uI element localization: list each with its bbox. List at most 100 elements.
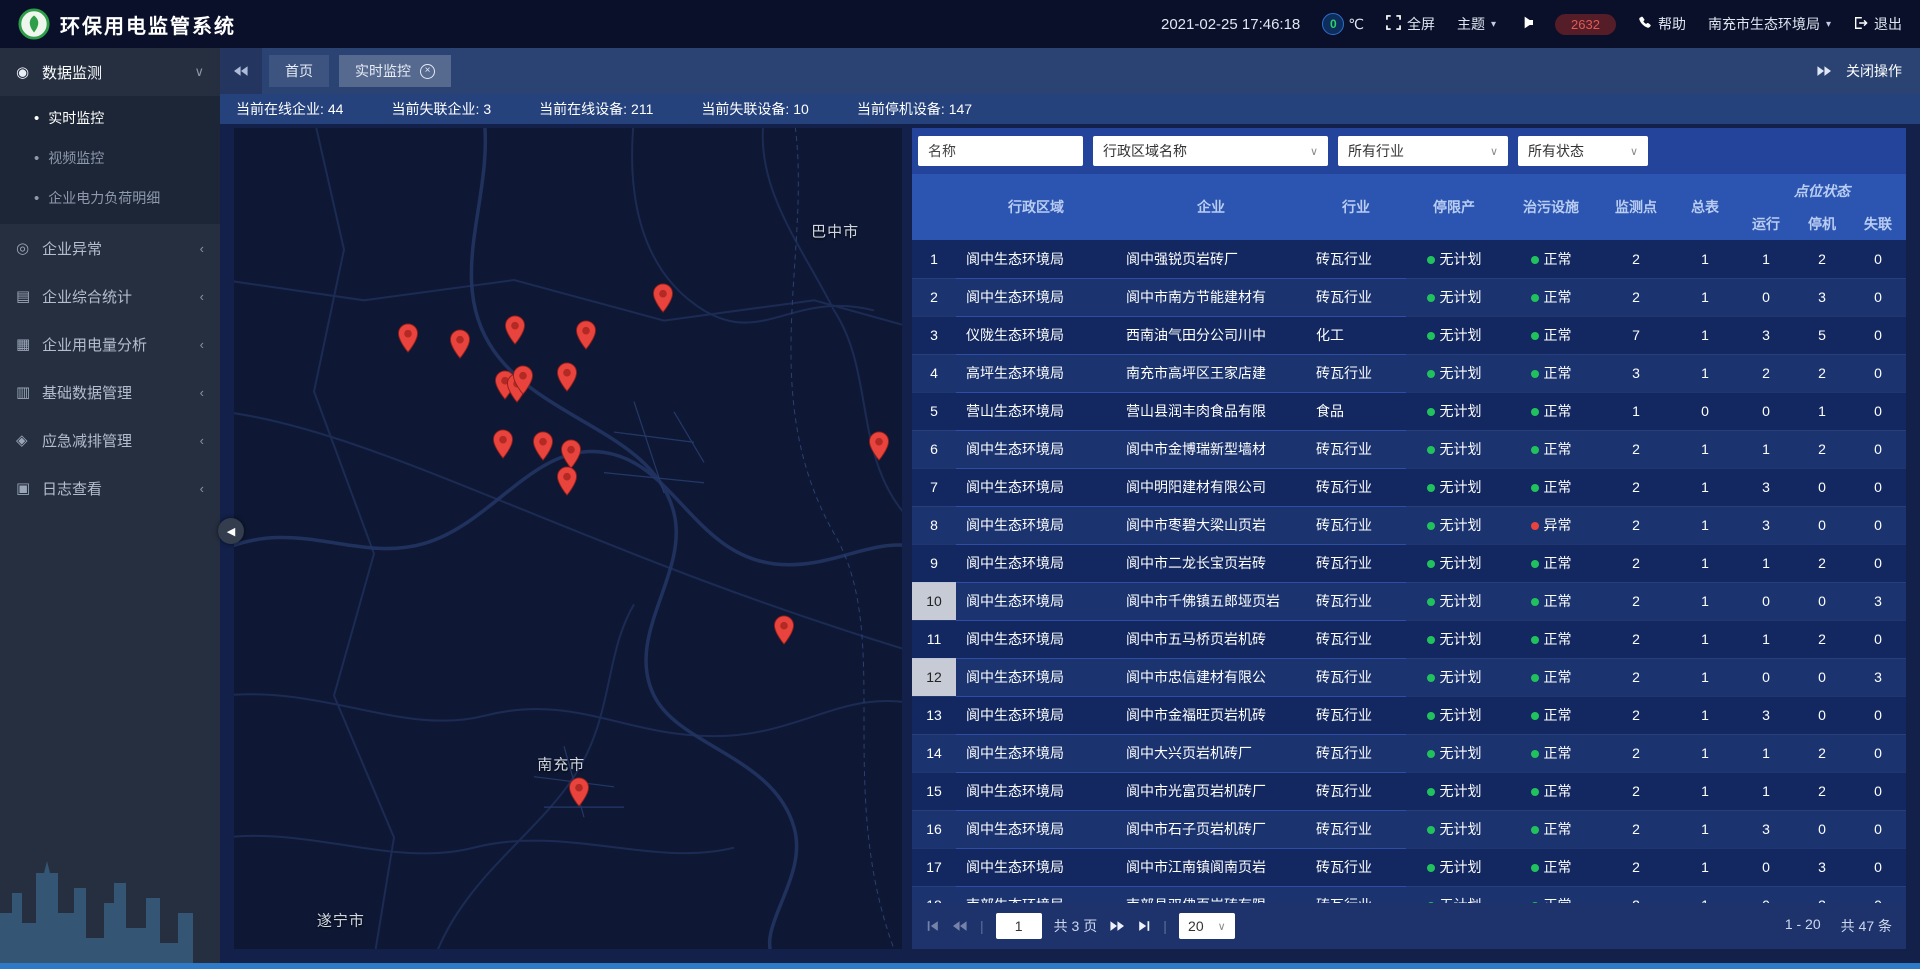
logout-button[interactable]: 退出: [1853, 14, 1902, 34]
map-pin-icon[interactable]: [773, 615, 795, 650]
map-pin-icon[interactable]: [492, 429, 514, 464]
table-row[interactable]: 12阆中生态环境局阆中市忠信建材有限公砖瓦行业无计划正常21003: [912, 658, 1906, 696]
map-pin-icon[interactable]: [652, 283, 674, 318]
green-dot-icon: [1427, 674, 1435, 682]
tabs-scroll-right-button[interactable]: [1816, 64, 1832, 78]
map-pin-icon[interactable]: [868, 431, 890, 466]
first-page-button[interactable]: [926, 919, 940, 933]
cell-run: 1: [1738, 772, 1794, 810]
table-row[interactable]: 10阆中生态环境局阆中市千佛镇五郎垭页岩砖瓦行业无计划正常21003: [912, 582, 1906, 620]
sidebar-item[interactable]: •实时监控: [0, 98, 220, 138]
cell-run: 1: [1738, 240, 1794, 278]
cell-stop: 1: [1794, 392, 1850, 430]
map-pin-icon[interactable]: [397, 323, 419, 358]
close-icon[interactable]: ×: [420, 64, 435, 79]
cell-stop: 3: [1794, 278, 1850, 316]
sidebar-group[interactable]: ▤企业综合统计‹: [0, 272, 220, 320]
map-pin-icon[interactable]: [568, 777, 590, 812]
sidebar-group[interactable]: ◈应急减排管理‹: [0, 416, 220, 464]
table-row[interactable]: 15阆中生态环境局阆中市光富页岩机砖厂砖瓦行业无计划正常21120: [912, 772, 1906, 810]
green-dot-icon: [1531, 332, 1539, 340]
cell-industry: 砖瓦行业: [1306, 696, 1406, 734]
cell-run: 0: [1738, 886, 1794, 903]
next-page-button[interactable]: [1109, 919, 1125, 933]
table-row[interactable]: 16阆中生态环境局阆中市石子页岩机砖厂砖瓦行业无计划正常21300: [912, 810, 1906, 848]
red-dot-icon: [1531, 522, 1539, 530]
map-pin-icon[interactable]: [512, 365, 534, 400]
region-filter-select[interactable]: 行政区域名称 ∨: [1093, 136, 1328, 166]
table-row[interactable]: 8阆中生态环境局阆中市枣碧大梁山页岩砖瓦行业无计划异常21300: [912, 506, 1906, 544]
tabs-scroll-left-button[interactable]: [220, 48, 262, 94]
name-filter-input[interactable]: [918, 136, 1083, 166]
cell-meter: 1: [1672, 544, 1738, 582]
alert-horn-button[interactable]: [1518, 16, 1533, 32]
help-button[interactable]: 帮助: [1638, 14, 1686, 34]
map-pin-icon[interactable]: [504, 315, 526, 350]
cell-lost: 0: [1850, 886, 1906, 903]
table-row[interactable]: 9阆中生态环境局阆中市二龙长宝页岩砖砖瓦行业无计划正常21120: [912, 544, 1906, 582]
status-filter-select[interactable]: 所有状态 ∨: [1518, 136, 1648, 166]
chevron-left-icon: ‹: [200, 481, 204, 496]
table-row[interactable]: 3仪陇生态环境局西南油气田分公司川中化工无计划正常71350: [912, 316, 1906, 354]
sidebar-item[interactable]: •企业电力负荷明细: [0, 178, 220, 218]
map-pin-icon[interactable]: [556, 362, 578, 397]
table-row[interactable]: 11阆中生态环境局阆中市五马桥页岩机砖砖瓦行业无计划正常21120: [912, 620, 1906, 658]
table-row[interactable]: 13阆中生态环境局阆中市金福旺页岩机砖砖瓦行业无计划正常21300: [912, 696, 1906, 734]
green-dot-icon: [1427, 408, 1435, 416]
cell-facility: 正常: [1502, 848, 1600, 886]
green-dot-icon: [1531, 598, 1539, 606]
table-row[interactable]: 7阆中生态环境局阆中明阳建材有限公司砖瓦行业无计划正常21300: [912, 468, 1906, 506]
cell-company: 营山县润丰肉食品有限: [1116, 392, 1306, 430]
cell-region: 南部生态环境局: [956, 886, 1116, 903]
cell-industry: 砖瓦行业: [1306, 506, 1406, 544]
prev-page-button[interactable]: [952, 919, 968, 933]
page-number-input[interactable]: [996, 913, 1042, 939]
cell-facility: 正常: [1502, 392, 1600, 430]
cell-lost: 0: [1850, 734, 1906, 772]
table-row[interactable]: 14阆中生态环境局阆中大兴页岩机砖厂砖瓦行业无计划正常21120: [912, 734, 1906, 772]
table-row[interactable]: 17阆中生态环境局阆中市江南镇阆南页岩砖瓦行业无计划正常21030: [912, 848, 1906, 886]
close-operations-button[interactable]: 关闭操作: [1846, 61, 1902, 81]
table-row[interactable]: 6阆中生态环境局阆中市金博瑞新型墙材砖瓦行业无计划正常21120: [912, 430, 1906, 468]
cell-company: 阆中市枣碧大梁山页岩: [1116, 506, 1306, 544]
map-pin-icon[interactable]: [575, 320, 597, 355]
column-rownum: [912, 174, 956, 240]
map-pin-icon[interactable]: [532, 431, 554, 466]
stat-item: 当前失联企业:3: [391, 99, 491, 119]
cell-lost: 0: [1850, 468, 1906, 506]
sidebar-group[interactable]: ◎企业异常‹: [0, 224, 220, 272]
map-panel[interactable]: 巴中市南充市遂宁市: [234, 128, 902, 949]
cell-meter: 1: [1672, 506, 1738, 544]
page-size-select[interactable]: 20 ∨: [1179, 913, 1235, 939]
green-dot-icon: [1427, 750, 1435, 758]
cell-run: 1: [1738, 544, 1794, 582]
table-row[interactable]: 5营山生态环境局营山县润丰肉食品有限食品无计划正常10010: [912, 392, 1906, 430]
tab-realtime-monitoring[interactable]: 实时监控 ×: [339, 55, 451, 87]
sidebar-group[interactable]: ▦企业用电量分析‹: [0, 320, 220, 368]
fullscreen-icon: [1386, 15, 1401, 33]
table-row[interactable]: 1阆中生态环境局阆中强锐页岩砖厂砖瓦行业无计划正常21120: [912, 240, 1906, 278]
table-header: 行政区域 企业 行业 停限产 治污设施 监测点 总表 点位状态: [912, 174, 1906, 240]
last-page-button[interactable]: [1137, 919, 1151, 933]
table-row[interactable]: 2阆中生态环境局阆中市南方节能建材有砖瓦行业无计划正常21030: [912, 278, 1906, 316]
sidebar-group[interactable]: ▣日志查看‹: [0, 464, 220, 512]
fullscreen-button[interactable]: 全屏: [1386, 14, 1435, 34]
alert-count-badge[interactable]: 2632: [1555, 14, 1616, 35]
skyline-decoration: [0, 843, 220, 963]
green-dot-icon: [1531, 294, 1539, 302]
sidebar-group[interactable]: ◉数据监测∨: [0, 48, 220, 96]
table-row[interactable]: 18南部生态环境局南部县双佛页岩砖有限砖瓦行业无计划正常21030: [912, 886, 1906, 903]
logout-icon: [1853, 16, 1868, 33]
cell-meter: 0: [1672, 392, 1738, 430]
sidebar-group[interactable]: ▥基础数据管理‹: [0, 368, 220, 416]
cell-industry: 砖瓦行业: [1306, 620, 1406, 658]
tab-home[interactable]: 首页: [269, 55, 329, 87]
sidebar-item[interactable]: •视频监控: [0, 138, 220, 178]
industry-filter-select[interactable]: 所有行业 ∨: [1338, 136, 1508, 166]
theme-dropdown[interactable]: 主题 ▾: [1457, 14, 1496, 34]
org-dropdown[interactable]: 南充市生态环境局 ▾: [1708, 14, 1831, 34]
cell-facility: 正常: [1502, 354, 1600, 392]
map-pin-icon[interactable]: [556, 466, 578, 501]
table-row[interactable]: 4高坪生态环境局南充市高坪区王家店建砖瓦行业无计划正常31220: [912, 354, 1906, 392]
map-pin-icon[interactable]: [449, 329, 471, 364]
